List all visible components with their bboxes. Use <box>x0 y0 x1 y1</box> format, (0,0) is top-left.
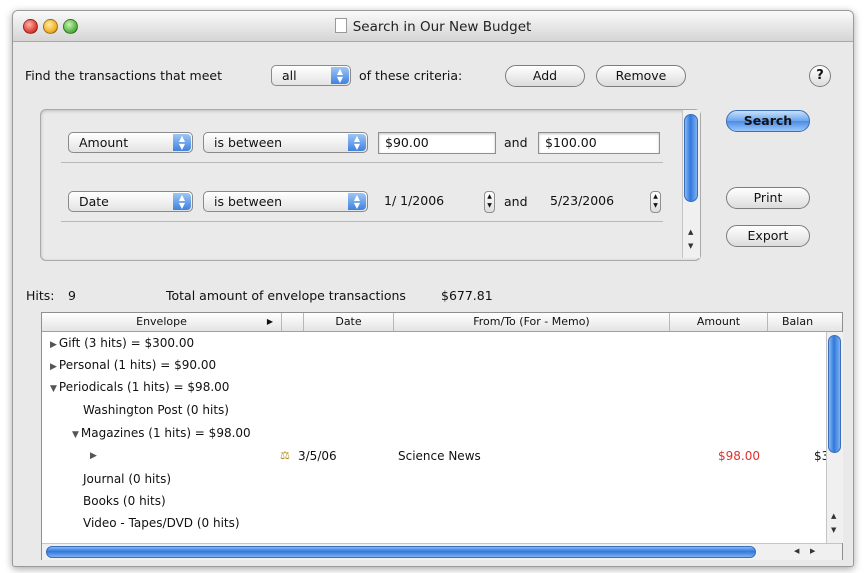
disclosure-triangle-icon[interactable]: ▼ <box>72 430 79 440</box>
list-item[interactable]: ▶ Gift (3 hits) = $300.00 <box>50 332 194 354</box>
criterion-1-operator-value: is between <box>214 135 283 150</box>
disclosure-triangle-icon[interactable]: ▶ <box>50 340 57 350</box>
popup-arrows-icon: ▲ ▼ <box>331 67 349 84</box>
criterion-2-operator-value: is between <box>214 194 283 209</box>
title-bar: Search in Our New Budget <box>13 11 853 42</box>
scroll-up-icon[interactable]: ▲ <box>831 512 836 520</box>
criterion-separator <box>61 221 663 222</box>
hits-label: Hits: <box>26 288 55 303</box>
column-header-amount[interactable]: Amount <box>670 313 768 331</box>
table-vertical-scrollbar[interactable]: ▲ ▼ <box>826 332 843 543</box>
scroll-right-icon[interactable]: ▶ <box>810 547 815 555</box>
list-item[interactable]: Books (0 hits) <box>83 490 166 512</box>
table-vertical-scroll-thumb[interactable] <box>828 335 841 453</box>
criterion-2-field-popup[interactable]: Date ▲ ▼ <box>68 191 193 212</box>
criterion-2-to-stepper[interactable]: ▲ ▼ <box>650 191 661 213</box>
list-item[interactable]: Video - Tapes/DVD (0 hits) <box>83 512 240 534</box>
criterion-separator <box>61 162 663 163</box>
document-icon <box>334 18 347 33</box>
criterion-1-field-popup[interactable]: Amount ▲ ▼ <box>68 132 193 153</box>
scroll-left-icon[interactable]: ◀ <box>794 547 799 555</box>
table-horizontal-scrollbar[interactable]: ◀ ▶ <box>42 543 842 560</box>
column-header-envelope[interactable]: Envelope ▶ <box>42 313 282 331</box>
total-label: Total amount of envelope transactions <box>166 288 406 303</box>
add-criterion-button[interactable]: Add <box>505 65 585 87</box>
criterion-2-to-date[interactable]: 5/23/2006 <box>544 191 648 213</box>
criteria-list: Amount ▲ ▼ is between ▲ ▼ $90.00 and $100.… <box>40 109 701 261</box>
transaction-date: 3/5/06 <box>298 449 337 463</box>
scale-icon: ⚖ <box>280 449 290 462</box>
criterion-2-field-value: Date <box>79 194 109 209</box>
transaction-payee: Science News <box>398 449 481 463</box>
popup-arrows-icon: ▲ ▼ <box>173 134 191 151</box>
match-popup-value: all <box>282 68 297 83</box>
column-expand-icon: ▶ <box>266 317 273 326</box>
criterion-1-field-value: Amount <box>79 135 129 150</box>
table-row[interactable]: ▶ ⚖ 3/5/06 Science News $98.00 $3 <box>42 445 829 467</box>
search-window: Search in Our New Budget Find the transa… <box>12 10 854 567</box>
table-header: Envelope ▶ Date From/To (For - Memo) Amou… <box>42 313 842 332</box>
search-button[interactable]: Search <box>726 110 810 132</box>
table-horizontal-scroll-thumb[interactable] <box>46 546 756 558</box>
criterion-2-from-date[interactable]: 1/ 1/2006 <box>378 191 482 213</box>
criterion-1-operator-popup[interactable]: is between ▲ ▼ <box>203 132 368 153</box>
scroll-down-icon[interactable]: ▼ <box>688 242 693 250</box>
results-table: Envelope ▶ Date From/To (For - Memo) Amou… <box>41 312 843 560</box>
scroll-up-icon[interactable]: ▲ <box>688 228 693 236</box>
list-item[interactable]: Washington Post (0 hits) <box>83 399 229 421</box>
column-header-balance[interactable]: Balan <box>768 313 826 331</box>
disclosure-triangle-icon[interactable]: ▶ <box>50 362 57 372</box>
hits-value: 9 <box>68 288 76 303</box>
list-item[interactable]: Journal (0 hits) <box>83 468 171 490</box>
criteria-scrollbar[interactable]: ▲ ▼ <box>682 110 700 258</box>
criterion-2-and-label: and <box>504 194 528 209</box>
criteria-scroll-thumb[interactable] <box>684 114 698 202</box>
total-value: $677.81 <box>441 288 493 303</box>
print-button[interactable]: Print <box>726 187 810 209</box>
remove-criterion-button[interactable]: Remove <box>596 65 686 87</box>
popup-arrows-icon: ▲ ▼ <box>348 134 366 151</box>
column-header-icon[interactable] <box>282 313 304 331</box>
criterion-1-to-input[interactable]: $100.00 <box>538 132 660 154</box>
criterion-2-operator-popup[interactable]: is between ▲ ▼ <box>203 191 368 212</box>
list-item[interactable]: ▶ Personal (1 hits) = $90.00 <box>50 354 216 376</box>
export-button[interactable]: Export <box>726 225 810 247</box>
popup-arrows-icon: ▲ ▼ <box>348 193 366 210</box>
disclosure-triangle-icon[interactable]: ▼ <box>50 384 57 394</box>
criteria-suffix-label: of these criteria: <box>359 68 463 83</box>
match-popup[interactable]: all ▲ ▼ <box>271 65 351 86</box>
criterion-2-from-stepper[interactable]: ▲ ▼ <box>484 191 495 213</box>
window-title: Search in Our New Budget <box>352 19 532 35</box>
column-header-from-to[interactable]: From/To (For - Memo) <box>394 313 670 331</box>
popup-arrows-icon: ▲ ▼ <box>173 193 191 210</box>
criterion-1-and-label: and <box>504 135 528 150</box>
help-button[interactable]: ? <box>809 65 831 87</box>
disclosure-triangle-icon[interactable]: ▶ <box>90 445 97 467</box>
scroll-down-icon[interactable]: ▼ <box>831 526 836 534</box>
criterion-1-from-input[interactable]: $90.00 <box>378 132 496 154</box>
list-item[interactable]: ▼ Magazines (1 hits) = $98.00 <box>72 422 251 444</box>
criteria-prefix-label: Find the transactions that meet <box>25 68 222 83</box>
transaction-amount: $98.00 <box>718 449 760 463</box>
list-item[interactable]: ▼ Periodicals (1 hits) = $98.00 <box>50 376 229 398</box>
window-title-container: Search in Our New Budget <box>13 18 853 35</box>
column-header-date[interactable]: Date <box>304 313 394 331</box>
